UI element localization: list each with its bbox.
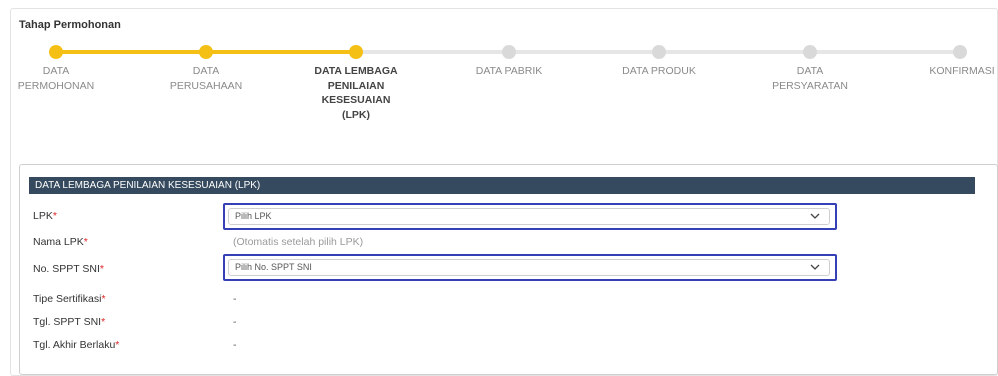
step-label-perusahaan[interactable]: DATA PERUSAHAAN: [161, 64, 251, 93]
step-label-permohonan[interactable]: DATA PERMOHONAN: [11, 64, 101, 93]
chevron-down-icon: [810, 264, 820, 270]
no-sppt-label: No. SPPT SNI*: [33, 263, 105, 275]
step-label-persyaratan[interactable]: DATA PERSYARATAN: [765, 64, 855, 93]
step-dot-produk: [652, 45, 666, 59]
step-dot-konfirmasi: [953, 45, 967, 59]
section-header: DATA LEMBAGA PENILAIAN KESESUAIAN (LPK): [29, 177, 975, 194]
step-dot-pabrik: [502, 45, 516, 59]
step-label-konfirmasi[interactable]: KONFIRMASI: [926, 64, 998, 79]
stepper-title: Tahap Permohonan: [19, 19, 121, 31]
chevron-down-icon: [810, 213, 820, 219]
nama-lpk-value: (Otomatis setelah pilih LPK): [233, 236, 364, 248]
tgl-akhir-label: Tgl. Akhir Berlaku*: [33, 339, 120, 351]
lpk-select-placeholder: Pilih LPK: [235, 211, 272, 221]
required-mark: *: [52, 210, 57, 222]
step-dot-lpk: [349, 45, 363, 59]
step-dot-persyaratan: [803, 45, 817, 59]
tipe-sertifikasi-value: -: [233, 293, 237, 305]
step-label-produk[interactable]: DATA PRODUK: [604, 64, 714, 79]
tgl-akhir-value: -: [233, 339, 237, 351]
nama-lpk-label: Nama LPK*: [33, 236, 88, 248]
step-label-pabrik[interactable]: DATA PABRIK: [454, 64, 564, 79]
tipe-sertifikasi-label: Tipe Sertifikasi*: [33, 293, 106, 305]
lpk-label: LPK*: [33, 210, 57, 222]
no-sppt-select[interactable]: Pilih No. SPPT SNI: [228, 259, 830, 276]
no-sppt-select-placeholder: Pilih No. SPPT SNI: [235, 262, 312, 272]
step-label-lpk[interactable]: DATA LEMBAGA PENILAIAN KESESUAIAN (LPK): [314, 64, 398, 122]
step-dot-perusahaan: [199, 45, 213, 59]
tgl-sppt-label: Tgl. SPPT SNI*: [33, 316, 106, 328]
tgl-sppt-value: -: [233, 316, 237, 328]
step-dot-permohonan: [49, 45, 63, 59]
lpk-select[interactable]: Pilih LPK: [228, 208, 830, 225]
